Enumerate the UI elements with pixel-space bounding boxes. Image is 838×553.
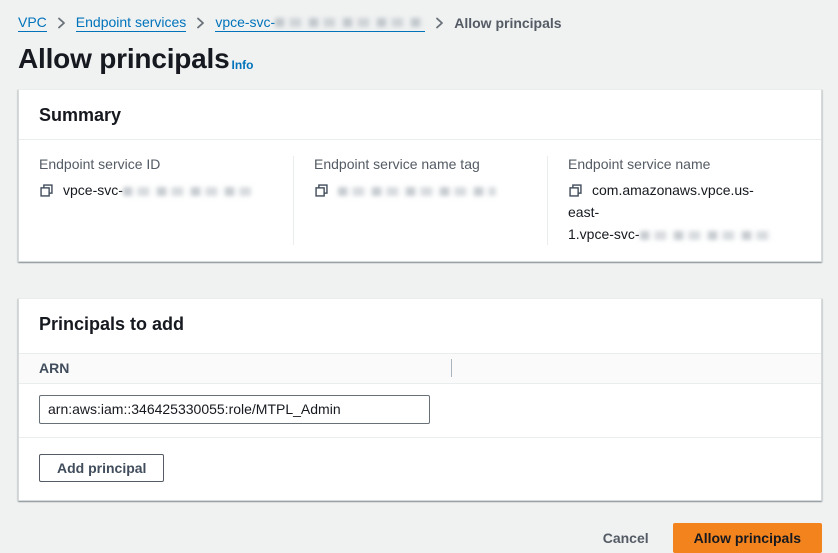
title-row: Allow principals Info bbox=[18, 44, 822, 75]
summary-card-title: Summary bbox=[19, 90, 821, 140]
field-value: vpce-svc- bbox=[39, 179, 275, 201]
add-principal-button[interactable]: Add principal bbox=[39, 454, 164, 482]
summary-card: Summary Endpoint service ID vpce-svc- En… bbox=[18, 89, 822, 262]
breadcrumb-current: Allow principals bbox=[454, 15, 561, 31]
field-label: Endpoint service ID bbox=[39, 156, 275, 172]
principals-card: Principals to add ARN Add principal bbox=[18, 298, 822, 501]
principals-card-footer: Add principal bbox=[19, 438, 821, 500]
arn-input-row bbox=[19, 384, 821, 438]
field-label: Endpoint service name bbox=[568, 156, 783, 172]
cancel-button[interactable]: Cancel bbox=[603, 525, 649, 551]
summary-field-endpoint-service-name-tag: Endpoint service name tag bbox=[293, 156, 547, 245]
redacted-text bbox=[640, 231, 772, 240]
principals-card-title: Principals to add bbox=[19, 299, 821, 353]
arn-input[interactable] bbox=[39, 395, 430, 424]
info-link[interactable]: Info bbox=[232, 58, 254, 72]
redacted-text bbox=[275, 18, 425, 27]
field-label: Endpoint service name tag bbox=[314, 156, 529, 172]
endpoint-service-id-text: vpce-svc- bbox=[63, 182, 123, 198]
footer-actions: Cancel Allow principals bbox=[18, 523, 822, 553]
chevron-right-icon bbox=[435, 17, 444, 29]
redacted-text bbox=[338, 187, 496, 196]
allow-principals-button[interactable]: Allow principals bbox=[673, 523, 822, 553]
chevron-right-icon bbox=[196, 17, 205, 29]
column-divider bbox=[451, 359, 452, 377]
breadcrumb: VPC Endpoint services vpce-svc- Allow pr… bbox=[18, 14, 822, 32]
breadcrumb-link-vpc[interactable]: VPC bbox=[18, 14, 47, 32]
copy-icon[interactable] bbox=[314, 183, 329, 198]
summary-field-endpoint-service-name: Endpoint service name com.amazonaws.vpce… bbox=[547, 156, 801, 245]
copy-icon[interactable] bbox=[39, 183, 54, 198]
summary-field-endpoint-service-id: Endpoint service ID vpce-svc- bbox=[39, 156, 293, 245]
copy-icon[interactable] bbox=[568, 183, 583, 198]
chevron-right-icon bbox=[57, 17, 66, 29]
endpoint-service-name-line2: 1.vpce-svc- bbox=[568, 226, 640, 242]
summary-grid: Endpoint service ID vpce-svc- Endpoint s… bbox=[19, 140, 821, 261]
field-value: com.amazonaws.vpce.us-east- 1.vpce-svc- bbox=[568, 179, 783, 245]
page-title: Allow principals bbox=[18, 44, 230, 75]
breadcrumb-link-service-id[interactable]: vpce-svc- bbox=[215, 14, 425, 32]
breadcrumb-link-endpoint-services[interactable]: Endpoint services bbox=[76, 14, 187, 32]
breadcrumb-service-id-text: vpce-svc- bbox=[215, 14, 275, 30]
page: VPC Endpoint services vpce-svc- Allow pr… bbox=[0, 0, 838, 553]
arn-column-header: ARN bbox=[39, 360, 451, 376]
arn-table-header: ARN bbox=[19, 353, 821, 384]
field-value bbox=[314, 179, 529, 201]
endpoint-service-name-line1: com.amazonaws.vpce.us-east- bbox=[568, 182, 754, 220]
redacted-text bbox=[123, 187, 251, 196]
